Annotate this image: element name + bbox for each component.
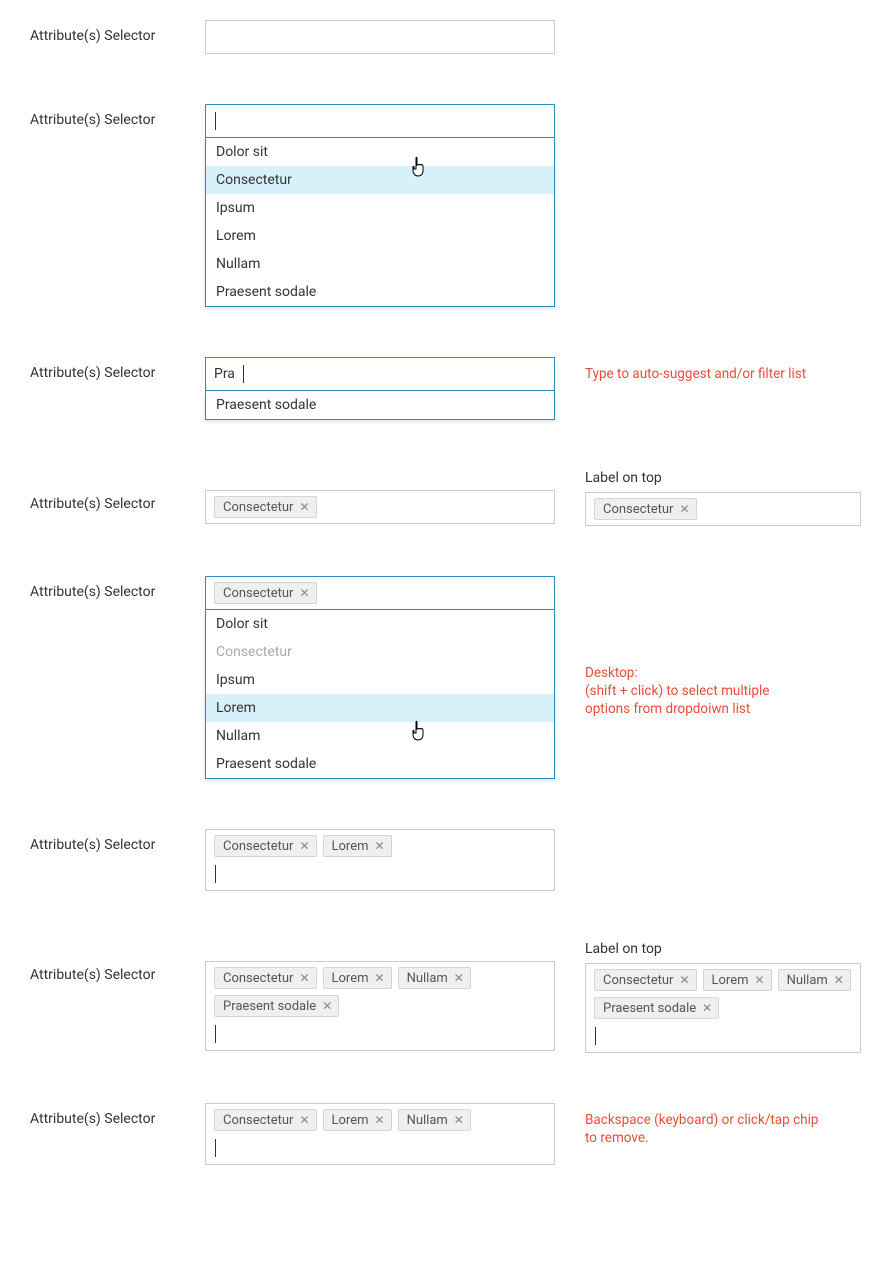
helper-note: Type to auto-suggest and/or filter list: [585, 357, 865, 383]
chip-remove-icon[interactable]: ✕: [299, 501, 309, 513]
text-caret: [215, 865, 216, 883]
chip[interactable]: Lorem ✕: [703, 969, 772, 991]
dropdown-option[interactable]: Consectetur: [206, 166, 554, 194]
chip-remove-icon[interactable]: ✕: [702, 1002, 712, 1014]
dropdown-option[interactable]: Dolor sit: [206, 610, 554, 638]
text-caret: [215, 1025, 216, 1043]
dropdown-option[interactable]: Ipsum: [206, 194, 554, 222]
chip-label: Consectetur: [223, 586, 293, 601]
attribute-selector-input[interactable]: Consectetur ✕ Lorem ✕ Nullam ✕: [205, 1103, 555, 1165]
chip-label: Lorem: [712, 973, 749, 988]
dropdown-option[interactable]: Lorem: [206, 222, 554, 250]
dropdown-option[interactable]: Dolor sit: [206, 138, 554, 166]
attribute-selector-input[interactable]: [205, 104, 555, 138]
chip-label: Praesent sodale: [223, 999, 316, 1014]
chip[interactable]: Nullam ✕: [398, 967, 471, 989]
field-label: Attribute(s) Selector: [30, 576, 205, 600]
attribute-selector-input[interactable]: [205, 20, 555, 54]
dropdown-option[interactable]: Lorem: [206, 694, 554, 722]
attribute-selector-input[interactable]: Consectetur ✕: [585, 492, 861, 526]
chip[interactable]: Consectetur ✕: [214, 582, 317, 604]
attribute-selector-input[interactable]: Pra: [205, 357, 555, 391]
dropdown-option[interactable]: Praesent sodale: [206, 391, 554, 419]
chip-remove-icon[interactable]: ✕: [299, 1114, 309, 1126]
chip-remove-icon[interactable]: ✕: [299, 587, 309, 599]
attribute-selector-input[interactable]: Consectetur ✕: [205, 490, 555, 524]
typed-text: Pra: [214, 366, 235, 382]
field-label: Attribute(s) Selector: [30, 357, 205, 381]
attribute-selector-input[interactable]: Consectetur ✕ Lorem ✕ Nullam ✕ Praesent sod…: [585, 963, 861, 1053]
attribute-selector-input[interactable]: Consectetur ✕: [205, 576, 555, 610]
note-line: Desktop:: [585, 664, 865, 682]
dropdown-list: Dolor sit Consectetur Ipsum Lorem Nullam…: [205, 138, 555, 307]
chip[interactable]: Consectetur ✕: [594, 498, 697, 520]
helper-note: Desktop: (shift + click) to select multi…: [585, 664, 865, 719]
note-line: options from dropdoiwn list: [585, 700, 865, 718]
chip-remove-icon[interactable]: ✕: [454, 972, 464, 984]
dropdown-list: Praesent sodale: [205, 391, 555, 420]
dropdown-option-disabled: Consectetur: [206, 638, 554, 666]
chip-label: Lorem: [332, 1113, 369, 1128]
chip[interactable]: Praesent sodale ✕: [594, 997, 719, 1019]
chip[interactable]: Consectetur ✕: [214, 967, 317, 989]
chip[interactable]: Consectetur ✕: [594, 969, 697, 991]
chip-label: Consectetur: [223, 500, 293, 515]
chip-remove-icon[interactable]: ✕: [299, 840, 309, 852]
attribute-selector-input[interactable]: Consectetur ✕ Lorem ✕ Nullam ✕ Praesent sod…: [205, 961, 555, 1051]
chip-remove-icon[interactable]: ✕: [299, 972, 309, 984]
chip[interactable]: Nullam ✕: [398, 1109, 471, 1131]
chip-remove-icon[interactable]: ✕: [679, 503, 689, 515]
dropdown-option[interactable]: Nullam: [206, 722, 554, 750]
chip-remove-icon[interactable]: ✕: [454, 1114, 464, 1126]
field-label: Attribute(s) Selector: [30, 20, 205, 44]
text-caret: [215, 112, 216, 130]
attribute-selector-input[interactable]: Consectetur ✕ Lorem ✕: [205, 829, 555, 891]
top-label: Label on top: [585, 941, 865, 957]
note-line: to remove.: [585, 1129, 865, 1147]
chip-remove-icon[interactable]: ✕: [322, 1000, 332, 1012]
chip-label: Consectetur: [223, 839, 293, 854]
top-label: Label on top: [585, 470, 865, 486]
chip[interactable]: Lorem ✕: [323, 1109, 392, 1131]
chip-label: Consectetur: [603, 973, 673, 988]
chip[interactable]: Consectetur ✕: [214, 1109, 317, 1131]
chip[interactable]: Praesent sodale ✕: [214, 995, 339, 1017]
helper-note: Backspace (keyboard) or click/tap chip t…: [585, 1111, 865, 1147]
chip-label: Consectetur: [223, 1113, 293, 1128]
dropdown-list: Dolor sit Consectetur Ipsum Lorem Nullam…: [205, 610, 555, 779]
text-caret: [595, 1027, 596, 1045]
chip-remove-icon[interactable]: ✕: [679, 974, 689, 986]
chip-remove-icon[interactable]: ✕: [834, 974, 844, 986]
note-line: (shift + click) to select multiple: [585, 682, 865, 700]
dropdown-option[interactable]: Praesent sodale: [206, 750, 554, 778]
chip-remove-icon[interactable]: ✕: [375, 1114, 385, 1126]
dropdown-option[interactable]: Ipsum: [206, 666, 554, 694]
chip-label: Lorem: [332, 971, 369, 986]
chip-label: Consectetur: [223, 971, 293, 986]
note-line: Backspace (keyboard) or click/tap chip: [585, 1111, 865, 1129]
field-label: Attribute(s) Selector: [30, 104, 205, 128]
chip-label: Praesent sodale: [603, 1001, 696, 1016]
field-label: Attribute(s) Selector: [30, 829, 205, 853]
chip[interactable]: Consectetur ✕: [214, 835, 317, 857]
chip-label: Nullam: [787, 973, 828, 988]
chip[interactable]: Lorem ✕: [323, 967, 392, 989]
chip-label: Nullam: [407, 971, 448, 986]
field-label: Attribute(s) Selector: [30, 941, 205, 983]
chip-remove-icon[interactable]: ✕: [375, 840, 385, 852]
field-label: Attribute(s) Selector: [30, 470, 205, 512]
dropdown-option[interactable]: Praesent sodale: [206, 278, 554, 306]
text-caret: [243, 365, 244, 383]
text-caret: [215, 1139, 216, 1157]
chip-label: Lorem: [332, 839, 369, 854]
chip[interactable]: Consectetur ✕: [214, 496, 317, 518]
chip-label: Nullam: [407, 1113, 448, 1128]
chip-label: Consectetur: [603, 502, 673, 517]
dropdown-option[interactable]: Nullam: [206, 250, 554, 278]
chip[interactable]: Lorem ✕: [323, 835, 392, 857]
chip-remove-icon[interactable]: ✕: [375, 972, 385, 984]
field-label: Attribute(s) Selector: [30, 1103, 205, 1127]
chip[interactable]: Nullam ✕: [778, 969, 851, 991]
chip-remove-icon[interactable]: ✕: [755, 974, 765, 986]
